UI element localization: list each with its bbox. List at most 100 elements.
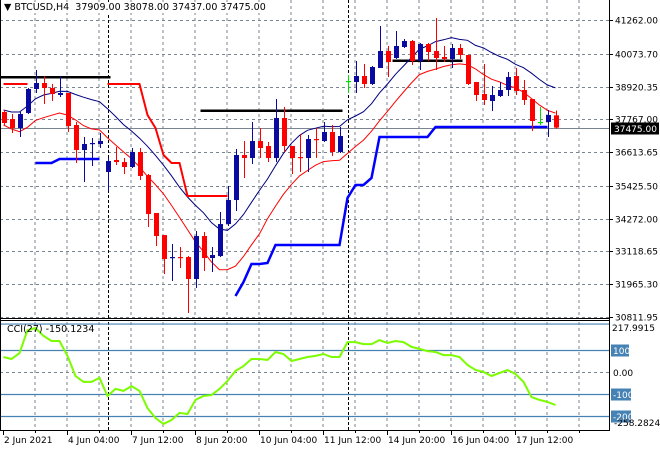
candle-body xyxy=(522,90,527,101)
candle-body xyxy=(218,224,223,257)
candle-body xyxy=(466,54,471,85)
time-tick-label: 7 Jun 12:00 xyxy=(132,436,184,446)
candle-body xyxy=(290,146,295,159)
chart-header: ▼ BTCUSD,H4 37909.00 38078.00 37437.00 3… xyxy=(4,2,266,13)
candle-body xyxy=(202,236,207,259)
time-tick-label: 14 Jun 20:00 xyxy=(388,436,445,446)
candle-body xyxy=(66,93,71,127)
candle-body xyxy=(402,41,407,47)
candle-body xyxy=(170,257,175,259)
candle-body xyxy=(490,95,495,101)
price-tick-label: 33118.65 xyxy=(615,248,658,258)
close-value: 37475.00 xyxy=(220,2,266,13)
price-tick-label: 31965.30 xyxy=(615,281,658,291)
candle-body xyxy=(546,115,551,123)
candle-body xyxy=(410,41,415,62)
candle-body xyxy=(306,138,311,159)
candle xyxy=(2,110,7,126)
candle-body xyxy=(458,47,463,55)
time-tick-label: 11 Jun 12:00 xyxy=(324,436,381,446)
candle-body xyxy=(514,75,519,91)
candle-body xyxy=(90,143,95,145)
candle-body xyxy=(42,83,47,89)
candle-body xyxy=(154,213,159,237)
candle-body xyxy=(82,144,87,151)
candle-body xyxy=(210,255,215,259)
candle-body xyxy=(314,138,319,141)
candle-body xyxy=(242,154,247,159)
symbol-label: BTCUSD,H4 xyxy=(14,2,70,13)
current-price-label: 37475.00 xyxy=(614,125,657,135)
candle-body xyxy=(122,162,127,168)
candle-body xyxy=(58,93,63,96)
candle-body xyxy=(322,132,327,142)
candle-body xyxy=(474,82,479,96)
time-tick-label: 4 Jun 04:00 xyxy=(68,436,120,446)
candle-body xyxy=(34,83,39,90)
cci-title: CCI(27) xyxy=(7,324,43,335)
candle-body xyxy=(426,43,431,53)
candle-body xyxy=(274,117,279,159)
time-tick-label: 17 Jun 12:00 xyxy=(516,436,573,446)
candle-body xyxy=(538,122,543,124)
candle-body xyxy=(194,236,199,280)
high-value: 38078.00 xyxy=(123,2,169,13)
candle-body xyxy=(434,51,439,58)
candle-body xyxy=(10,119,15,128)
candle-body xyxy=(554,115,559,128)
candle-body xyxy=(226,200,231,225)
price-tick-label: 38920.35 xyxy=(615,84,658,94)
collapse-triangle-icon[interactable]: ▼ xyxy=(4,2,14,13)
time-tick-label: 16 Jun 04:00 xyxy=(452,436,509,446)
candle-body xyxy=(138,152,143,177)
candle-body xyxy=(234,154,239,201)
candle-body xyxy=(442,57,447,59)
price-tick-label: 40073.70 xyxy=(615,51,658,61)
time-tick-label: 10 Jun 04:00 xyxy=(260,436,317,446)
cci-max-label: 217.9915 xyxy=(612,324,655,334)
low-value: 37437.00 xyxy=(172,2,218,13)
candle-body xyxy=(394,46,399,58)
price-tick-label: 36613.65 xyxy=(615,149,658,159)
candle-body xyxy=(258,141,263,149)
candle-body xyxy=(506,77,511,91)
candle-body xyxy=(370,67,375,85)
candle xyxy=(26,88,31,115)
time-tick-label: 8 Jun 20:00 xyxy=(196,436,248,446)
price-tick-label: 30811.95 xyxy=(615,314,658,324)
candle xyxy=(370,66,375,85)
candle-body xyxy=(146,175,151,215)
candle-body xyxy=(186,257,191,280)
candle-body xyxy=(362,75,367,85)
candle-body xyxy=(338,136,343,153)
candle-body xyxy=(50,88,55,95)
cci-level-label: 0.00 xyxy=(613,369,633,379)
price-tick-label: 34272.00 xyxy=(615,216,658,226)
candle-body xyxy=(498,90,503,96)
candle-body xyxy=(530,99,535,122)
candle-body xyxy=(450,47,455,59)
price-tick-label: 41262.00 xyxy=(615,17,658,27)
cci-min-label: -258.2824 xyxy=(614,419,660,429)
cci-level-label: -100 xyxy=(613,391,634,401)
price-chart[interactable]: 41262.0040073.7038920.3537767.0036613.65… xyxy=(0,0,660,450)
open-value: 37909.00 xyxy=(75,2,121,13)
price-tick-label: 35425.50 xyxy=(615,183,658,193)
candle-body xyxy=(330,132,335,153)
candle-body xyxy=(98,141,103,145)
candle-body xyxy=(130,152,135,168)
candle-body xyxy=(250,141,255,159)
candle xyxy=(138,148,143,181)
candle-body xyxy=(346,80,351,83)
candle-body xyxy=(74,125,79,151)
candle-body xyxy=(18,114,23,128)
cci-level-label: 100 xyxy=(613,347,630,357)
candle-body xyxy=(162,235,167,260)
candle-body xyxy=(282,117,287,147)
candle-body xyxy=(386,51,391,63)
candle-body xyxy=(114,160,119,163)
candle-body xyxy=(378,51,383,69)
candle-body xyxy=(106,161,111,173)
candle-body xyxy=(266,146,271,159)
candle-body xyxy=(298,157,303,159)
